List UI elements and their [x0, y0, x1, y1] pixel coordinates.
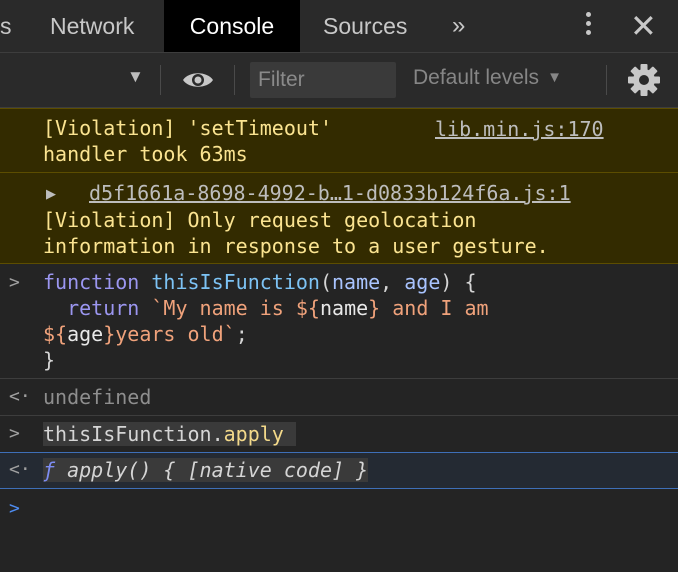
- filter-input-wrapper: [250, 62, 396, 98]
- toolbar-divider: [160, 65, 161, 95]
- tab-console[interactable]: Console: [164, 0, 300, 52]
- console-input-entry: > thisIsFunction.apply: [0, 416, 678, 452]
- prompt-chevron-icon: >: [9, 498, 20, 519]
- code-string: and I am: [380, 296, 489, 320]
- input-chevron-icon: >: [9, 423, 20, 444]
- message-line: handler took 63ms: [43, 142, 248, 166]
- log-levels-label: Default levels: [413, 66, 540, 89]
- function-glyph: ƒ: [43, 458, 56, 482]
- source-link[interactable]: d5f1661a-8698-4992-b…1-d0833b124f6a.js:1: [89, 181, 571, 205]
- input-chevron-icon: >: [9, 272, 20, 293]
- code-function-name: thisIsFunction: [151, 270, 320, 294]
- toolbar-divider: [234, 65, 235, 95]
- console-prompt[interactable]: >: [0, 490, 678, 526]
- code-template-var: name: [319, 296, 369, 320]
- console-message-violation: [Violation] 'setTimeout' handler took 63…: [0, 108, 678, 173]
- console-input-entry: > function thisIsFunction(name, age) { r…: [0, 263, 678, 379]
- source-link[interactable]: lib.min.js:170: [435, 117, 604, 141]
- eye-icon[interactable]: [181, 70, 215, 90]
- kebab-menu-icon[interactable]: [586, 12, 592, 39]
- result-arrow-icon: <·: [9, 386, 31, 407]
- message-line: information in response to a user gestur…: [43, 234, 549, 258]
- code-template-var: age: [67, 322, 104, 346]
- code-block[interactable]: thisIsFunction.apply: [43, 421, 296, 447]
- function-result[interactable]: ƒ apply() { [native code] }: [43, 457, 369, 483]
- console-result-entry: <· undefined: [0, 379, 678, 416]
- code-keyword: function: [43, 270, 140, 294]
- violation-message: [Violation] Only request geolocation inf…: [43, 207, 549, 259]
- code-param: name: [332, 270, 381, 294]
- expand-triangle-icon[interactable]: ▶: [46, 186, 56, 202]
- result-value: undefined: [43, 385, 152, 409]
- code-string: `My name is: [151, 296, 296, 320]
- tab-network[interactable]: Network: [50, 0, 134, 52]
- tab-elements-partial[interactable]: s: [0, 0, 12, 52]
- code-block[interactable]: function thisIsFunction(name, age) { ret…: [43, 269, 489, 373]
- filter-input[interactable]: [250, 62, 392, 98]
- code-method: apply: [223, 422, 284, 446]
- code-identifier: thisIsFunction: [43, 422, 212, 446]
- code-keyword: return: [67, 296, 140, 320]
- code-param: age: [404, 270, 441, 294]
- console-toolbar: ▼ Default levels ▼: [0, 53, 678, 108]
- close-icon[interactable]: ✕: [630, 8, 657, 44]
- message-line: [Violation] 'setTimeout': [43, 116, 332, 140]
- gear-icon[interactable]: [627, 63, 661, 97]
- levels-caret-icon: ▼: [547, 69, 562, 86]
- toolbar-divider: [606, 65, 607, 95]
- code-string: years old`: [115, 322, 236, 346]
- tab-sources[interactable]: Sources: [323, 0, 407, 52]
- code-brace: }: [43, 348, 56, 372]
- result-arrow-icon: <·: [9, 459, 31, 480]
- more-tabs-chevron-icon[interactable]: »: [452, 0, 465, 52]
- message-line: [Violation] Only request geolocation: [43, 208, 477, 232]
- function-signature: apply() { [native code] }: [67, 458, 369, 482]
- console-result-entry-selected[interactable]: <· ƒ apply() { [native code] }: [0, 452, 678, 489]
- devtools-tab-bar: s Network Console Sources » ✕: [0, 0, 678, 53]
- log-levels-dropdown[interactable]: Default levels ▼: [413, 66, 562, 90]
- console-message-violation: ▶ d5f1661a-8698-4992-b…1-d0833b124f6a.js…: [0, 172, 678, 264]
- violation-message: [Violation] 'setTimeout' handler took 63…: [43, 115, 332, 167]
- context-dropdown-caret-icon[interactable]: ▼: [127, 67, 144, 87]
